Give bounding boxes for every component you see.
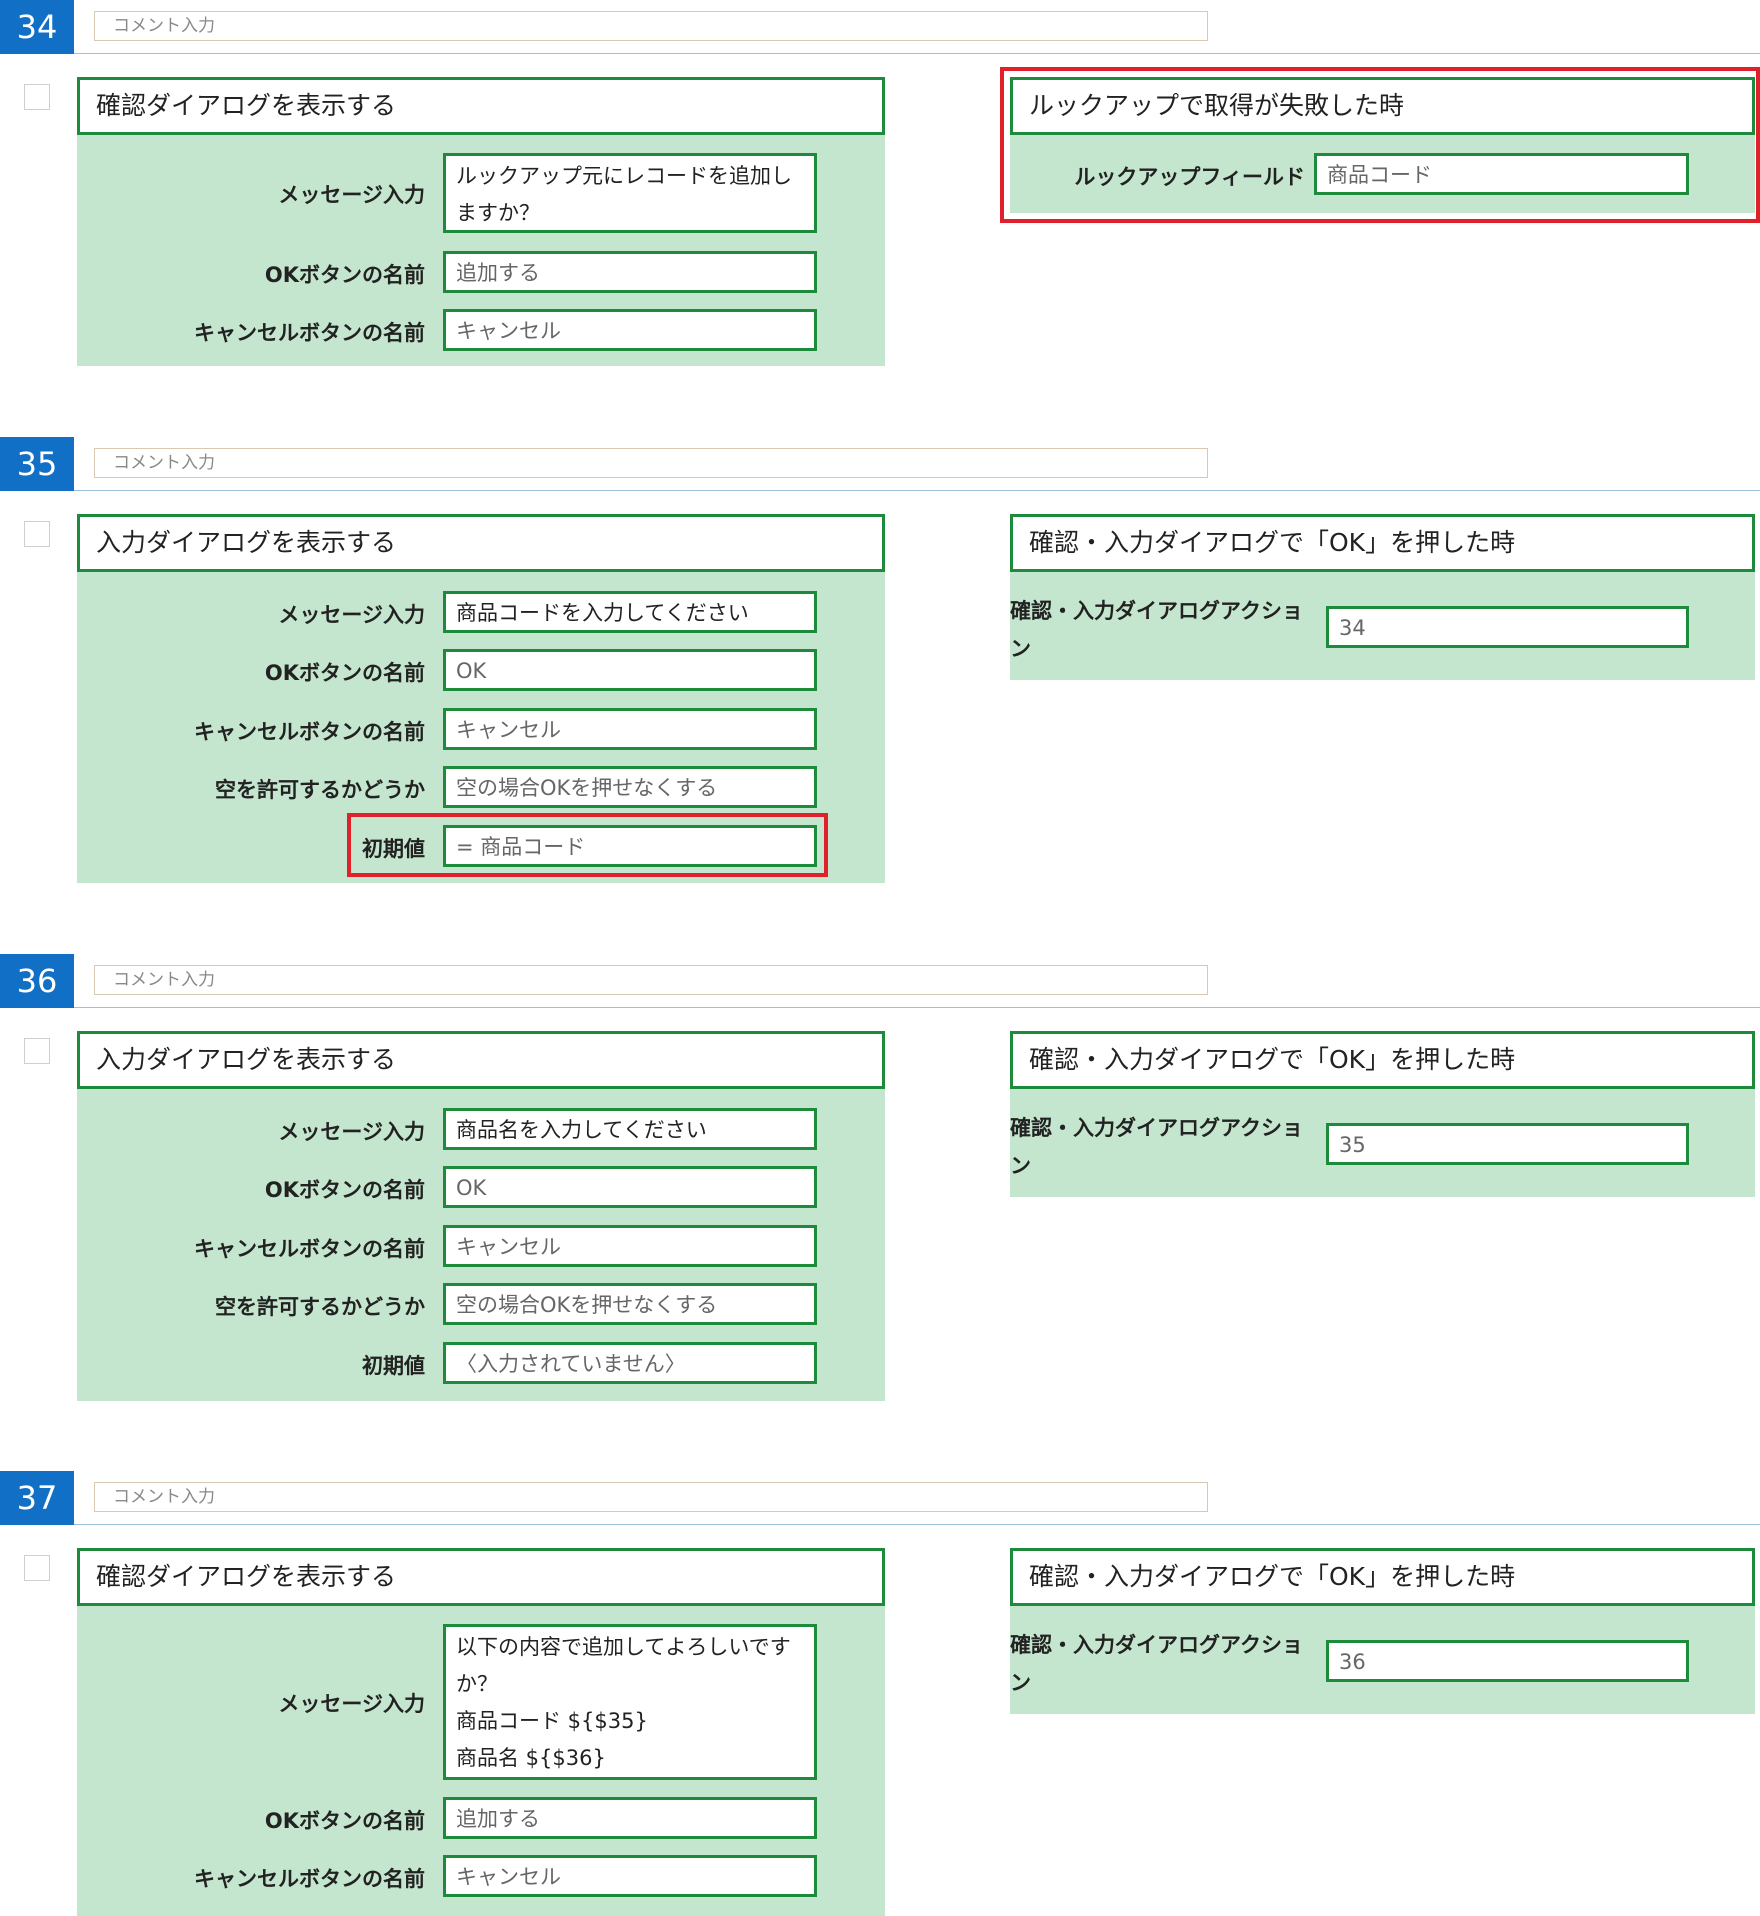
field-row: OKボタンの名前 追加する bbox=[77, 251, 885, 293]
field-label: OKボタンの名前 bbox=[264, 263, 425, 287]
allow-empty-select[interactable]: 空の場合OKを押せなくする bbox=[443, 1283, 817, 1325]
field-label: 初期値 bbox=[362, 837, 425, 861]
initial-value-input[interactable]: 〈入力されていません〉 bbox=[443, 1342, 817, 1384]
trigger-panel: 確認・入力ダイアログで「OK」を押した時 確認・入力ダイアログアクション 36 bbox=[1010, 1548, 1755, 1714]
field-label: 確認・入力ダイアログアクション bbox=[1010, 1633, 1303, 1695]
field-label: 空を許可するかどうか bbox=[215, 778, 425, 802]
initial-value-input[interactable]: = 商品コード bbox=[443, 825, 817, 867]
row-checkbox[interactable] bbox=[24, 1555, 50, 1581]
ok-button-name-input[interactable]: OK bbox=[443, 649, 817, 691]
comment-input[interactable]: コメント入力 bbox=[94, 1482, 1208, 1512]
cancel-button-name-input[interactable]: キャンセル bbox=[443, 309, 817, 351]
action-panel: 入力ダイアログを表示する メッセージ入力 商品コードを入力してください OKボタ… bbox=[77, 514, 885, 883]
cancel-button-name-input[interactable]: キャンセル bbox=[443, 1855, 817, 1897]
field-row: 空を許可するかどうか 空の場合OKを押せなくする bbox=[77, 766, 885, 808]
message-line: 以下の内容で追加してよろしいです bbox=[456, 1635, 791, 1659]
trigger-title[interactable]: 確認・入力ダイアログで「OK」を押した時 bbox=[1010, 1031, 1755, 1089]
ok-button-name-input[interactable]: OK bbox=[443, 1166, 817, 1208]
field-row: メッセージ入力 商品名を入力してください bbox=[77, 1108, 885, 1150]
cancel-button-name-input[interactable]: キャンセル bbox=[443, 708, 817, 750]
field-label: 初期値 bbox=[362, 1354, 425, 1378]
field-label: キャンセルボタンの名前 bbox=[194, 321, 425, 345]
row-checkbox[interactable] bbox=[24, 521, 50, 547]
action-number-badge: 34 bbox=[0, 0, 74, 54]
action-title[interactable]: 入力ダイアログを表示する bbox=[77, 514, 885, 572]
field-row: 初期値 = 商品コード bbox=[77, 825, 885, 867]
dialog-action-input[interactable]: 36 bbox=[1326, 1640, 1689, 1682]
comment-input[interactable]: コメント入力 bbox=[94, 11, 1208, 41]
action-row-35: 35 コメント入力 入力ダイアログを表示する メッセージ入力 商品コードを入力し… bbox=[0, 437, 1760, 937]
field-row: キャンセルボタンの名前 キャンセル bbox=[77, 309, 885, 351]
comment-input[interactable]: コメント入力 bbox=[94, 965, 1208, 995]
message-line: 商品名 ${$36} bbox=[456, 1746, 606, 1770]
action-number-badge: 37 bbox=[0, 1471, 74, 1525]
trigger-title[interactable]: 確認・入力ダイアログで「OK」を押した時 bbox=[1010, 1548, 1755, 1606]
field-row: メッセージ入力 以下の内容で追加してよろしいです か？ 商品コード ${$35}… bbox=[77, 1624, 885, 1780]
action-number-badge: 35 bbox=[0, 437, 74, 491]
field-label: キャンセルボタンの名前 bbox=[194, 1867, 425, 1891]
field-label: 確認・入力ダイアログアクション bbox=[1010, 1116, 1303, 1178]
cancel-button-name-input[interactable]: キャンセル bbox=[443, 1225, 817, 1267]
field-row: ルックアップフィールド 商品コード bbox=[1010, 153, 1755, 195]
field-label: メッセージ入力 bbox=[278, 1120, 425, 1144]
field-label: OKボタンの名前 bbox=[264, 1178, 425, 1202]
action-title[interactable]: 入力ダイアログを表示する bbox=[77, 1031, 885, 1089]
trigger-title[interactable]: ルックアップで取得が失敗した時 bbox=[1010, 77, 1755, 135]
trigger-panel: 確認・入力ダイアログで「OK」を押した時 確認・入力ダイアログアクション 34 bbox=[1010, 514, 1755, 680]
field-row: 初期値 〈入力されていません〉 bbox=[77, 1342, 885, 1384]
dialog-action-input[interactable]: 34 bbox=[1326, 606, 1689, 648]
row-divider bbox=[74, 1524, 1760, 1525]
field-label: キャンセルボタンの名前 bbox=[194, 720, 425, 744]
field-label: ルックアップフィールド bbox=[1074, 165, 1305, 189]
field-row: OKボタンの名前 追加する bbox=[77, 1797, 885, 1839]
field-label: メッセージ入力 bbox=[278, 1692, 425, 1716]
action-panel: 入力ダイアログを表示する メッセージ入力 商品名を入力してください OKボタンの… bbox=[77, 1031, 885, 1401]
message-line: か？ bbox=[456, 1672, 498, 1696]
action-panel: 確認ダイアログを表示する メッセージ入力 以下の内容で追加してよろしいです か？… bbox=[77, 1548, 885, 1916]
message-input[interactable]: 以下の内容で追加してよろしいです か？ 商品コード ${$35} 商品名 ${$… bbox=[443, 1624, 817, 1780]
message-input[interactable]: 商品名を入力してください bbox=[443, 1108, 817, 1150]
row-checkbox[interactable] bbox=[24, 84, 50, 110]
row-divider bbox=[74, 1007, 1760, 1008]
comment-input[interactable]: コメント入力 bbox=[94, 448, 1208, 478]
action-title[interactable]: 確認ダイアログを表示する bbox=[77, 1548, 885, 1606]
action-row-36: 36 コメント入力 入力ダイアログを表示する メッセージ入力 商品名を入力してく… bbox=[0, 954, 1760, 1454]
trigger-panel: ルックアップで取得が失敗した時 ルックアップフィールド 商品コード bbox=[1010, 77, 1755, 213]
action-row-34: 34 コメント入力 確認ダイアログを表示する メッセージ入力 ルックアップ元にレ… bbox=[0, 0, 1760, 440]
row-divider bbox=[74, 490, 1760, 491]
message-input[interactable]: 商品コードを入力してください bbox=[443, 591, 817, 633]
trigger-title[interactable]: 確認・入力ダイアログで「OK」を押した時 bbox=[1010, 514, 1755, 572]
field-row: OKボタンの名前 OK bbox=[77, 1166, 885, 1208]
field-label: メッセージ入力 bbox=[278, 603, 425, 627]
message-line: 商品コード ${$35} bbox=[456, 1709, 648, 1733]
row-checkbox[interactable] bbox=[24, 1038, 50, 1064]
allow-empty-select[interactable]: 空の場合OKを押せなくする bbox=[443, 766, 817, 808]
field-label: OKボタンの名前 bbox=[264, 1809, 425, 1833]
field-label: キャンセルボタンの名前 bbox=[194, 1237, 425, 1261]
lookup-field-input[interactable]: 商品コード bbox=[1314, 153, 1689, 195]
field-label: メッセージ入力 bbox=[278, 183, 425, 207]
field-row: キャンセルボタンの名前 キャンセル bbox=[77, 1225, 885, 1267]
row-divider bbox=[74, 53, 1760, 54]
field-label: OKボタンの名前 bbox=[264, 661, 425, 685]
field-row: キャンセルボタンの名前 キャンセル bbox=[77, 708, 885, 750]
field-row: メッセージ入力 ルックアップ元にレコードを追加しますか？ bbox=[77, 153, 885, 233]
dialog-action-input[interactable]: 35 bbox=[1326, 1123, 1689, 1165]
ok-button-name-input[interactable]: 追加する bbox=[443, 251, 817, 293]
action-row-37: 37 コメント入力 確認ダイアログを表示する メッセージ入力 以下の内容で追加し… bbox=[0, 1471, 1760, 1916]
action-title[interactable]: 確認ダイアログを表示する bbox=[77, 77, 885, 135]
field-row: キャンセルボタンの名前 キャンセル bbox=[77, 1855, 885, 1897]
action-number-badge: 36 bbox=[0, 954, 74, 1008]
field-row: OKボタンの名前 OK bbox=[77, 649, 885, 691]
message-input[interactable]: ルックアップ元にレコードを追加しますか？ bbox=[443, 153, 817, 233]
ok-button-name-input[interactable]: 追加する bbox=[443, 1797, 817, 1839]
field-row: メッセージ入力 商品コードを入力してください bbox=[77, 591, 885, 633]
field-label: 確認・入力ダイアログアクション bbox=[1010, 599, 1303, 661]
field-row: 空を許可するかどうか 空の場合OKを押せなくする bbox=[77, 1283, 885, 1325]
action-panel: 確認ダイアログを表示する メッセージ入力 ルックアップ元にレコードを追加しますか… bbox=[77, 77, 885, 366]
trigger-panel: 確認・入力ダイアログで「OK」を押した時 確認・入力ダイアログアクション 35 bbox=[1010, 1031, 1755, 1197]
field-label: 空を許可するかどうか bbox=[215, 1295, 425, 1319]
